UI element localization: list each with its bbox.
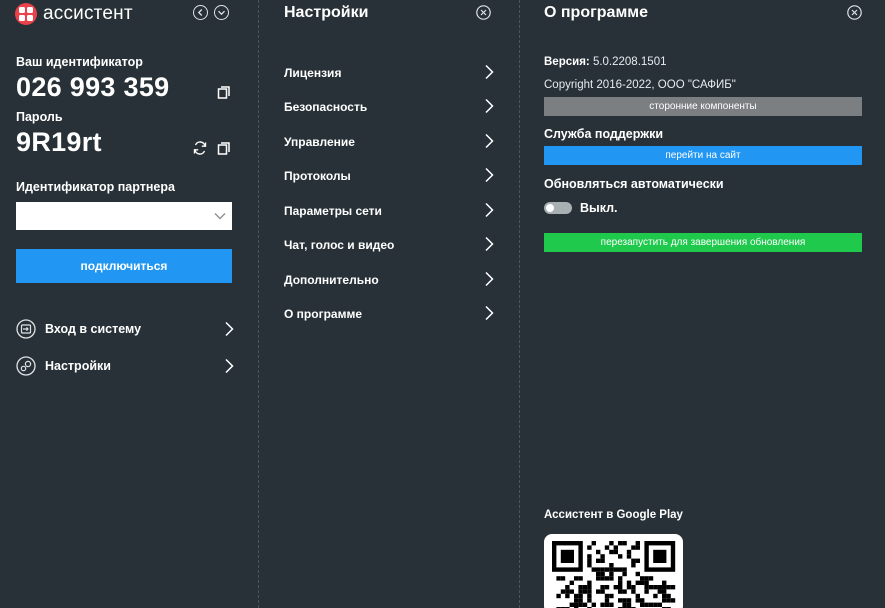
chevron-right-icon: [484, 202, 494, 223]
app-logo-icon: [15, 3, 37, 25]
chevron-right-icon: [484, 305, 494, 326]
copyright-text: Copyright 2016-2022, ООО "САФИБ": [544, 79, 736, 91]
third-party-components-button[interactable]: сторонние компоненты: [544, 97, 862, 116]
app-brand: ассистент: [15, 3, 133, 25]
google-play-qr-code[interactable]: [544, 534, 683, 608]
version-value: 5.0.2208.1501: [592, 56, 667, 68]
refresh-password-icon[interactable]: [192, 140, 208, 156]
chevron-right-icon: [484, 271, 494, 292]
about-title: О программе: [544, 4, 649, 21]
nav-login[interactable]: Вход в систему: [16, 318, 236, 340]
window-controls: [193, 5, 229, 20]
google-play-label: Ассистент в Google Play: [544, 509, 683, 521]
settings-icon: [16, 356, 36, 376]
settings-item-network[interactable]: Параметры сети: [284, 200, 494, 222]
partner-id-field: [16, 202, 232, 230]
partner-id-label: Идентификатор партнера: [16, 180, 175, 194]
settings-item-label: Дополнительно: [284, 273, 379, 287]
chevron-right-icon: [484, 133, 494, 154]
settings-item-label: Управление: [284, 135, 355, 149]
qr-code-icon: [552, 541, 676, 608]
chevron-right-icon: [224, 321, 234, 342]
settings-title: Настройки: [284, 4, 369, 21]
settings-item-protocols[interactable]: Протоколы: [284, 165, 494, 187]
settings-item-label: О программе: [284, 307, 363, 321]
version-line: Версия: 5.0.2208.1501: [544, 56, 666, 68]
chevron-left-icon[interactable]: [193, 5, 208, 20]
chevron-right-icon: [484, 64, 494, 85]
settings-item-license[interactable]: Лицензия: [284, 62, 494, 84]
close-icon[interactable]: [476, 5, 491, 20]
nav-login-label: Вход в систему: [45, 322, 142, 336]
nav-settings[interactable]: Настройки: [16, 355, 236, 377]
settings-item-security[interactable]: Безопасность: [284, 96, 494, 118]
auto-update-state: Выкл.: [580, 201, 618, 215]
settings-item-label: Параметры сети: [284, 204, 382, 218]
version-label: Версия:: [544, 56, 590, 68]
id-label: Ваш идентификатор: [16, 55, 143, 69]
chevron-right-icon: [484, 236, 494, 257]
login-icon: [16, 319, 36, 339]
restart-update-button[interactable]: перезапустить для завершения обновления: [544, 233, 862, 252]
settings-item-chat[interactable]: Чат, голос и видео: [284, 234, 494, 256]
settings-panel: Настройки Лицензия Безопасность Управлен…: [258, 0, 519, 608]
chevron-right-icon: [224, 358, 234, 379]
password-value: 9R19rt: [16, 127, 102, 157]
password-label: Пароль: [16, 110, 63, 124]
settings-item-label: Чат, голос и видео: [284, 238, 395, 252]
settings-item-label: Безопасность: [284, 100, 368, 114]
connect-button[interactable]: подключиться: [16, 249, 232, 283]
about-panel: О программе Версия: 5.0.2208.1501 Copyri…: [519, 0, 885, 608]
copy-id-icon[interactable]: [216, 84, 232, 100]
id-value: 026 993 359: [16, 72, 170, 102]
copy-password-icon[interactable]: [216, 140, 232, 156]
settings-item-label: Протоколы: [284, 169, 351, 183]
settings-item-label: Лицензия: [284, 66, 342, 80]
nav-settings-label: Настройки: [45, 359, 111, 373]
goto-site-button[interactable]: перейти на сайт: [544, 146, 862, 165]
settings-item-control[interactable]: Управление: [284, 131, 494, 153]
auto-update-heading: Обновляться автоматически: [544, 177, 724, 191]
close-icon[interactable]: [847, 5, 862, 20]
chevron-right-icon: [484, 98, 494, 119]
connection-panel: ассистент Ваш идентификатор 026 993 359 …: [0, 0, 258, 608]
app-name: ассистент: [43, 3, 133, 24]
toggle-knob: [546, 204, 554, 212]
auto-update-toggle[interactable]: [544, 202, 572, 214]
support-heading: Служба поддержки: [544, 127, 664, 141]
settings-item-about[interactable]: О программе: [284, 303, 494, 325]
chevron-down-icon[interactable]: [208, 202, 232, 230]
settings-item-advanced[interactable]: Дополнительно: [284, 269, 494, 291]
chevron-right-icon: [484, 167, 494, 188]
chevron-down-icon[interactable]: [214, 5, 229, 20]
partner-id-input[interactable]: [16, 202, 206, 230]
